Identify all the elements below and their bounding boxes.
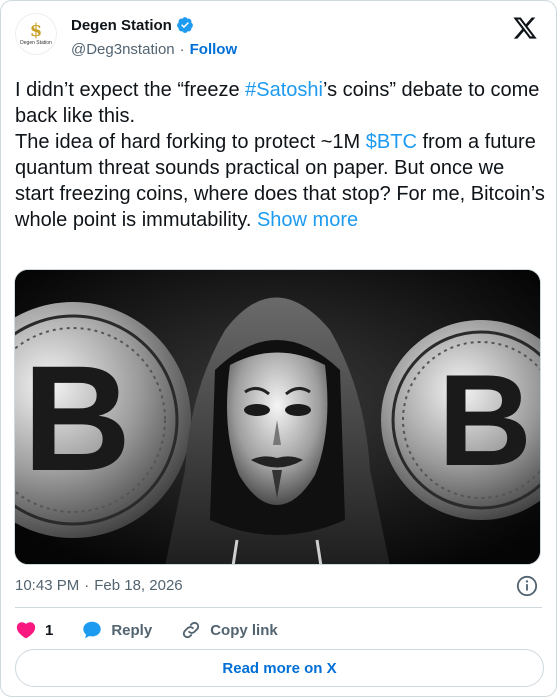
timestamp-time[interactable]: 10:43 PM bbox=[15, 577, 79, 594]
coin-glyph-right: B bbox=[438, 347, 532, 493]
tweet-text: I didn’t expect the “freeze #Satoshi’s c… bbox=[15, 77, 545, 233]
coin-glyph-left: B bbox=[23, 334, 131, 502]
author-display-name[interactable]: Degen Station bbox=[71, 17, 172, 34]
avatar-logo-text: Degen Station bbox=[20, 40, 52, 46]
verified-badge-icon bbox=[176, 17, 193, 33]
reply-label: Reply bbox=[111, 621, 153, 639]
hashtag-link[interactable]: #Satoshi bbox=[245, 79, 323, 101]
x-logo-icon[interactable] bbox=[512, 15, 538, 41]
show-more-link[interactable]: Show more bbox=[257, 209, 358, 231]
timestamp: 10:43 PM · Feb 18, 2026 bbox=[15, 577, 183, 594]
cashtag-link[interactable]: $BTC bbox=[366, 131, 417, 153]
like-count: 1 bbox=[45, 621, 54, 639]
separator-dot: · bbox=[179, 41, 185, 58]
author-name-row: Degen Station bbox=[71, 16, 194, 34]
like-button[interactable]: 1 bbox=[15, 619, 53, 641]
image-illustration: B B bbox=[15, 270, 540, 564]
avatar[interactable]: $ Degen Station bbox=[15, 13, 57, 55]
author-handle[interactable]: @Deg3nstation bbox=[71, 41, 175, 58]
tweet-text-part: I didn’t expect the “freeze bbox=[15, 79, 246, 101]
reply-button[interactable]: Reply bbox=[81, 619, 152, 641]
timestamp-date[interactable]: Feb 18, 2026 bbox=[94, 577, 182, 594]
tweet-card: $ Degen Station Degen Station @Deg3nstat… bbox=[0, 0, 557, 697]
author-handle-row: @Deg3nstation · Follow bbox=[71, 41, 237, 58]
link-icon bbox=[183, 621, 200, 639]
read-more-button[interactable]: Read more on X bbox=[15, 649, 544, 687]
divider bbox=[15, 607, 542, 608]
action-bar: 1 Reply Copy link bbox=[15, 619, 306, 641]
tweet-image[interactable]: B B bbox=[14, 269, 541, 565]
copy-link-label: Copy link bbox=[210, 621, 278, 639]
follow-button[interactable]: Follow bbox=[190, 41, 238, 58]
separator-dot: · bbox=[84, 577, 90, 594]
heart-icon bbox=[16, 622, 36, 639]
reply-bubble-icon bbox=[83, 621, 102, 639]
info-icon[interactable] bbox=[516, 575, 538, 597]
copy-link-button[interactable]: Copy link bbox=[180, 619, 278, 641]
avatar-logo-glyph: $ bbox=[29, 20, 43, 41]
